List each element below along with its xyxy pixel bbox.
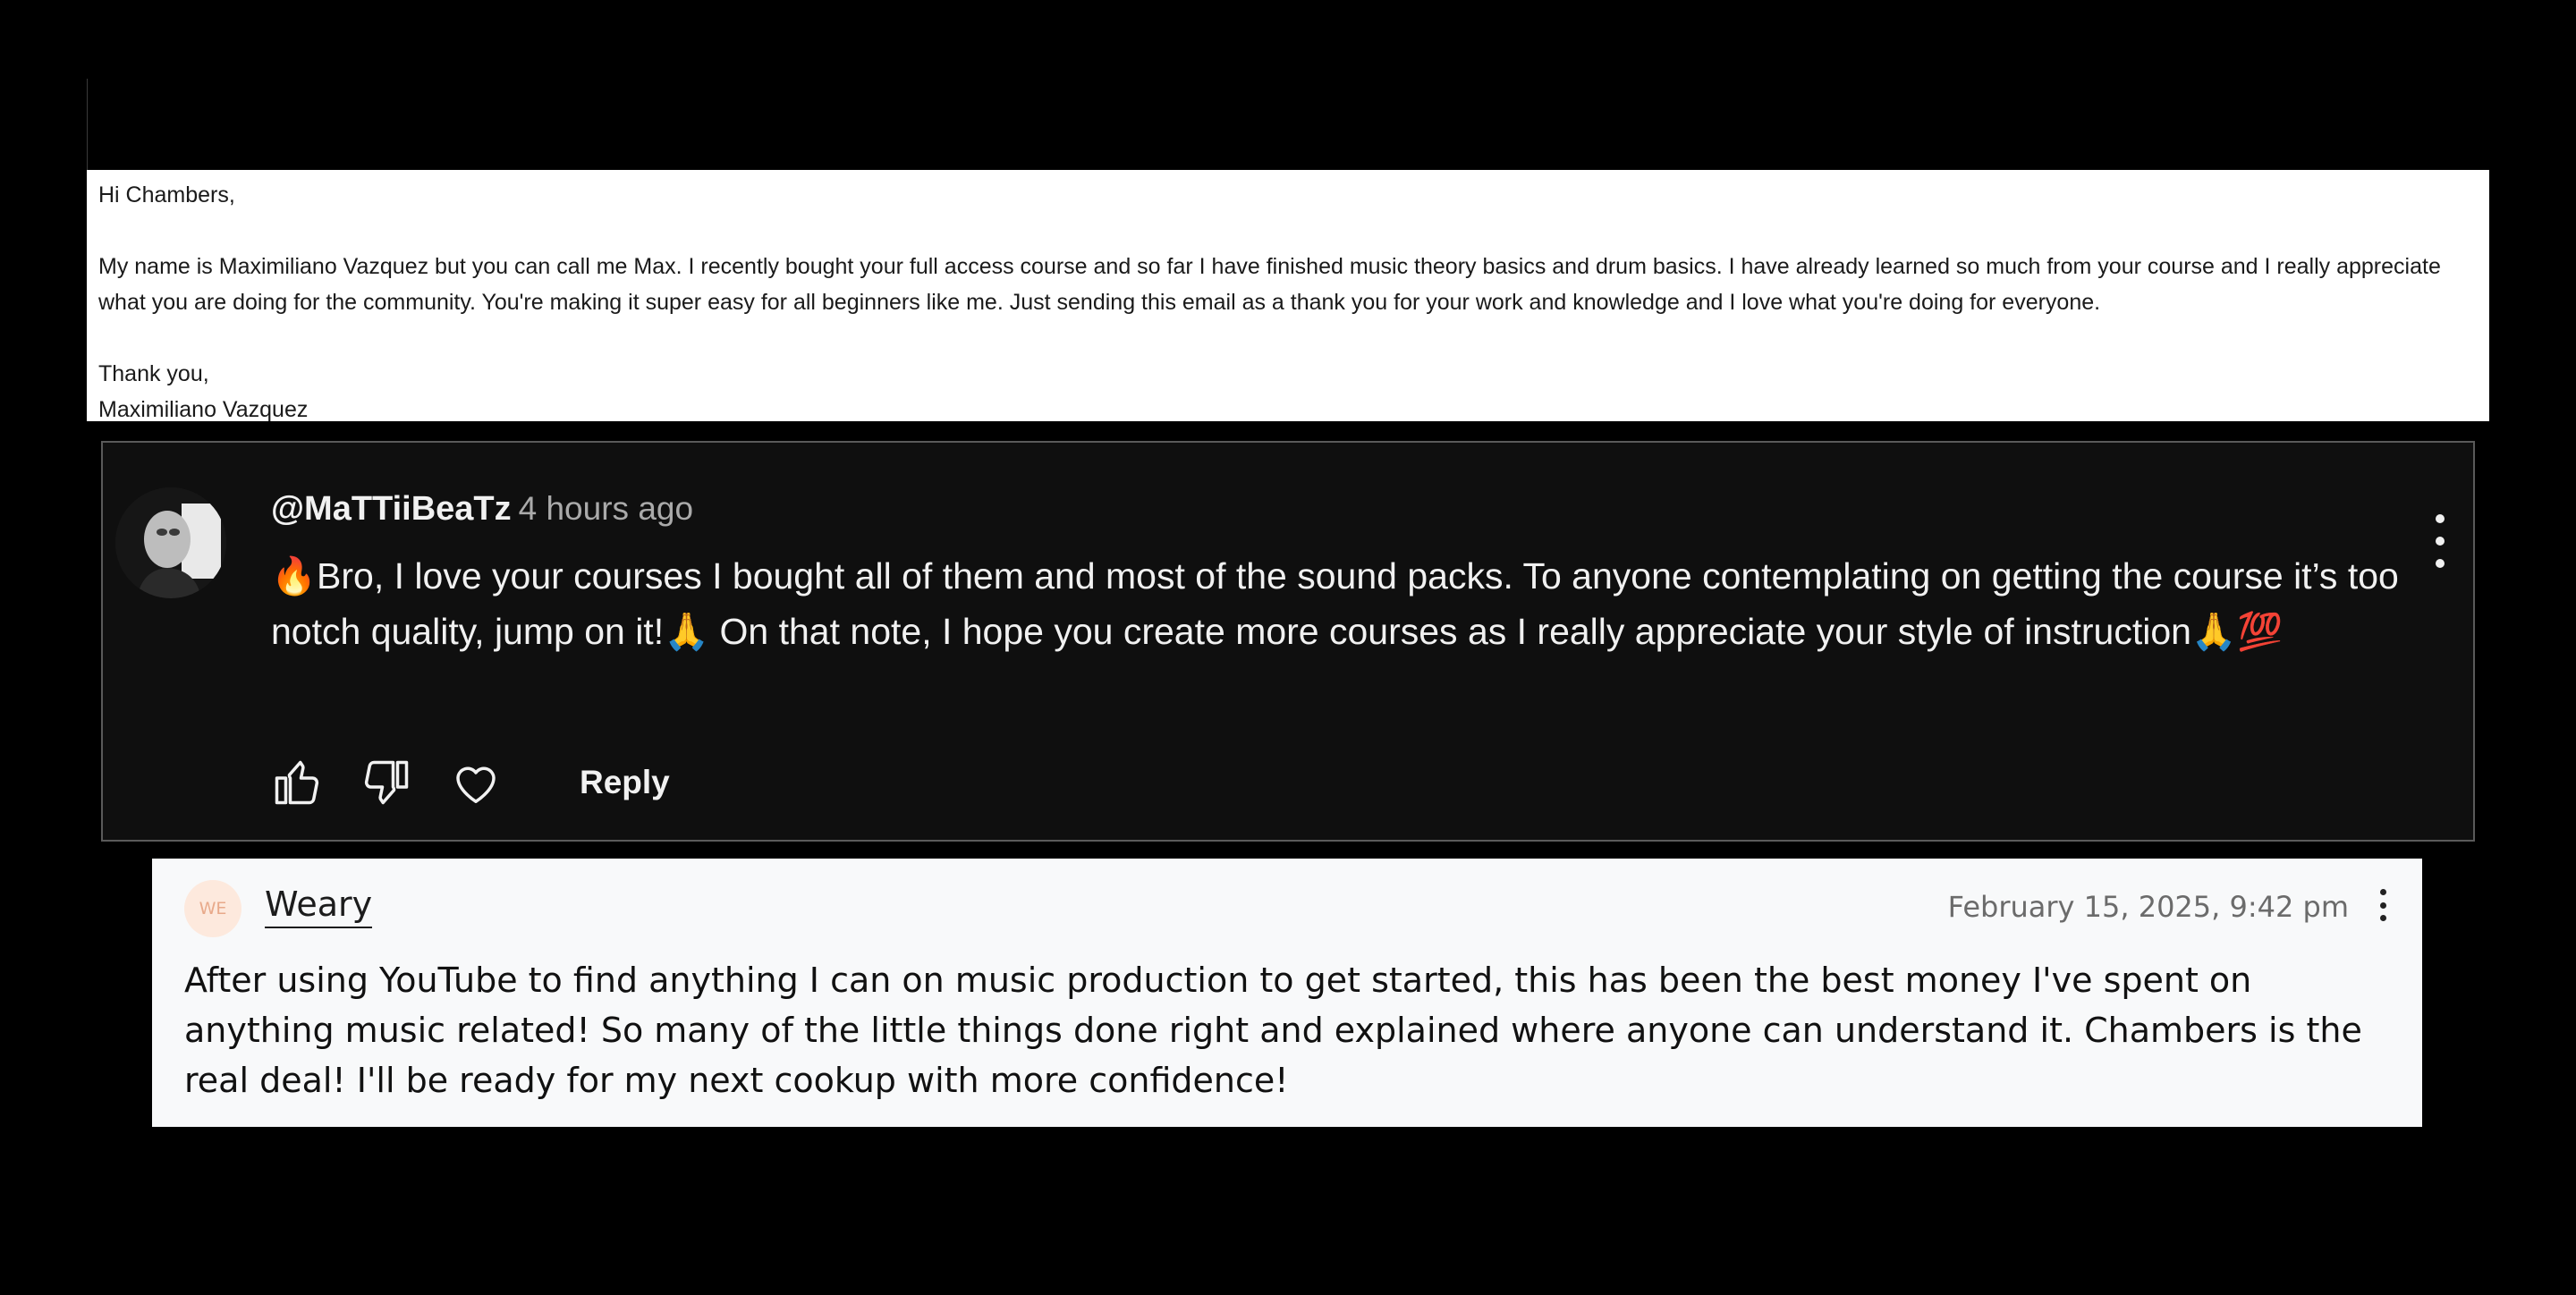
email-spacer [98,213,2470,249]
avatar: WE [184,880,242,937]
comment-timestamp[interactable]: 4 hours ago [519,490,693,527]
email-greeting: Hi Chambers, [98,182,235,207]
email-body: My name is Maximiliano Vazquez but you c… [98,254,2441,315]
menu-dot [2436,537,2445,546]
thumbs-down-icon [364,760,409,805]
menu-dot [2436,559,2445,568]
avatar-image [115,487,226,598]
youtube-comment: @MaTTiiBeaTz 4 hours ago 🔥Bro, I love you… [101,441,2475,842]
email-message: Hi Chambers, My name is Maximiliano Vazq… [87,170,2489,422]
heart-button[interactable] [447,754,504,811]
review-date: February 15, 2025, 9:42 pm [1947,890,2349,924]
email-window-edge [87,79,88,170]
email-signature: Maximiliano Vazquez [98,397,309,422]
email-signoff: Thank you, [98,361,209,386]
review-author-link[interactable]: Weary [265,882,373,928]
menu-dot [2379,901,2386,909]
menu-dot [2379,889,2386,895]
dislike-button[interactable] [358,754,415,811]
more-vertical-icon[interactable] [2427,514,2453,568]
comment-header: @MaTTiiBeaTz 4 hours ago [271,490,693,529]
like-button[interactable] [268,754,326,811]
menu-dot [2379,915,2386,921]
more-vertical-icon[interactable] [2376,889,2390,921]
avatar[interactable] [115,487,226,598]
reply-button[interactable]: Reply [580,764,670,801]
comment-actions: Reply [268,751,670,814]
comment-text: 🔥Bro, I love your courses I bought all o… [271,555,2399,652]
email-spacer [98,320,2470,356]
heart-icon [456,766,496,803]
menu-dot [2436,514,2445,523]
review-text: After using YouTube to find anything I c… [184,961,2362,1100]
thumbs-up-icon [275,760,319,805]
review-card: WE Weary February 15, 2025, 9:42 pm Afte… [152,859,2422,1127]
comment-author[interactable]: @MaTTiiBeaTz [271,490,512,528]
